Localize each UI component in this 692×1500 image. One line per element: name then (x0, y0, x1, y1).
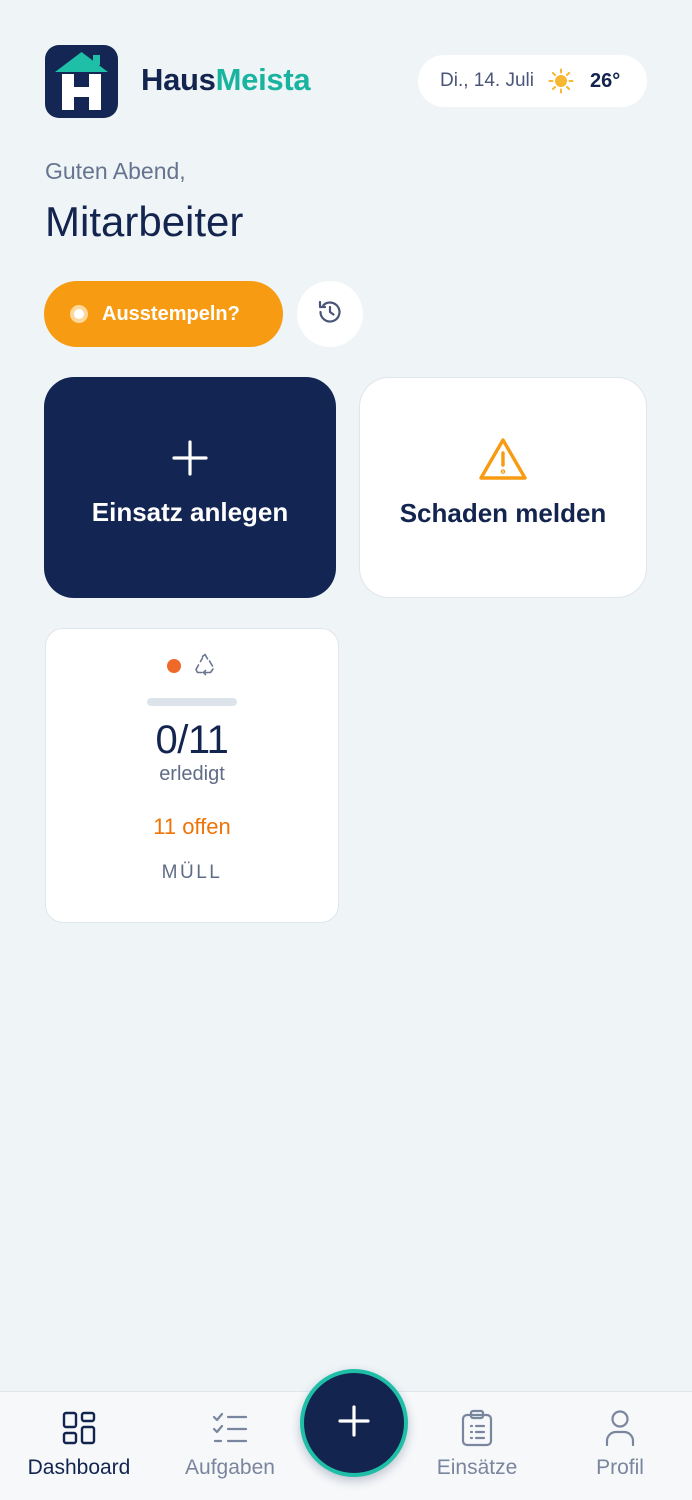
user-name: Mitarbeiter (45, 198, 244, 245)
clock-out-label: Ausstempeln? (102, 302, 240, 325)
nav-profile-label: Profil (596, 1456, 644, 1479)
warning-icon (478, 436, 528, 482)
plus-icon (337, 1404, 371, 1443)
sun-icon (548, 68, 574, 94)
brand-name: HausMeista (141, 62, 311, 98)
recycle-icon (193, 652, 217, 681)
create-assignment-label: Einsatz anlegen (91, 497, 289, 527)
weather-widget: Di., 14. Juli 26° (418, 55, 647, 107)
task-category-card[interactable]: 0/11 erledigt 11 offen MÜLL (45, 628, 339, 923)
brand-name-part2: Meista (215, 62, 311, 97)
history-icon (316, 298, 344, 331)
report-damage-label: Schaden melden (399, 498, 607, 528)
weather-date: Di., 14. Juli (440, 70, 534, 91)
task-status-row (167, 652, 217, 681)
greeting-text: Guten Abend, (45, 158, 186, 184)
user-icon (604, 1408, 636, 1448)
app-logo (45, 45, 118, 118)
status-dot (167, 659, 181, 673)
nav-dashboard[interactable]: Dashboard (14, 1392, 144, 1500)
nav-tasks[interactable]: Aufgaben (165, 1392, 295, 1500)
weather-temperature: 26° (589, 69, 621, 92)
dashboard-icon (61, 1408, 97, 1448)
add-fab-button[interactable] (300, 1369, 408, 1477)
nav-dashboard-label: Dashboard (27, 1456, 131, 1479)
clock-out-button[interactable]: Ausstempeln? (44, 281, 283, 347)
nav-tasks-label: Aufgaben (185, 1456, 275, 1479)
tasks-icon (211, 1408, 249, 1448)
history-button[interactable] (297, 281, 363, 347)
task-done-label: erledigt (159, 763, 225, 785)
nav-profile[interactable]: Profil (555, 1392, 685, 1500)
task-count: 0/11 (155, 718, 229, 762)
clipboard-icon (460, 1408, 494, 1448)
create-assignment-card[interactable]: Einsatz anlegen (44, 377, 336, 598)
brand-name-part1: Haus (141, 62, 216, 97)
plus-icon (171, 435, 209, 481)
app-header: HausMeista Di., 14. Juli 26° (45, 45, 647, 118)
task-category-label: MÜLL (161, 862, 223, 883)
task-progress-bar (147, 698, 237, 706)
nav-assignments[interactable]: Einsätze (412, 1392, 542, 1500)
task-open-count: 11 offen (153, 814, 231, 839)
clock-status-dot (70, 305, 88, 323)
nav-assignments-label: Einsätze (436, 1456, 518, 1479)
report-damage-card[interactable]: Schaden melden (359, 377, 647, 598)
